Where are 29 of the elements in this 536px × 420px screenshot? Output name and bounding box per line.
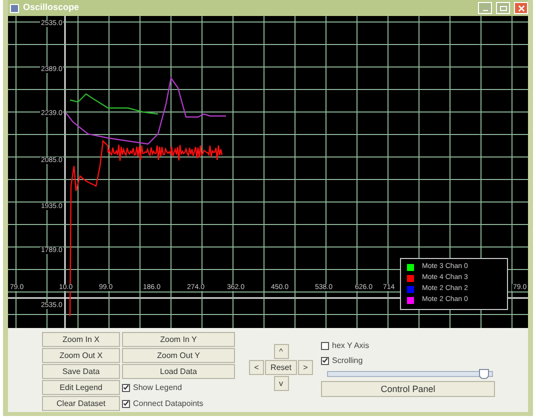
action-button[interactable]: Edit Legend bbox=[42, 380, 120, 395]
down-button[interactable]: v bbox=[274, 376, 288, 391]
action-button[interactable]: Clear Dataset bbox=[42, 396, 120, 411]
checkbox[interactable] bbox=[122, 384, 130, 392]
window-title: Oscilloscope bbox=[23, 1, 80, 14]
action-button[interactable]: Save Data bbox=[42, 364, 120, 379]
checkbox-label: Show Legend bbox=[133, 382, 182, 394]
up-button[interactable]: ^ bbox=[274, 344, 288, 359]
checkbox[interactable] bbox=[321, 356, 329, 364]
checkbox-label: hex Y Axis bbox=[332, 340, 370, 352]
control-panel-button[interactable]: Control Panel bbox=[321, 381, 495, 397]
minimize-button[interactable] bbox=[478, 2, 492, 14]
action-button[interactable]: Load Data bbox=[122, 364, 235, 379]
right-button[interactable]: > bbox=[298, 360, 313, 375]
action-button[interactable]: Zoom Out Y bbox=[122, 348, 235, 363]
left-button[interactable]: < bbox=[249, 360, 264, 375]
action-button[interactable]: Zoom Out X bbox=[42, 348, 120, 363]
close-icon bbox=[518, 4, 524, 12]
slider-thumb[interactable] bbox=[478, 369, 489, 379]
maximize-button[interactable] bbox=[496, 2, 510, 14]
checkbox[interactable] bbox=[321, 342, 329, 350]
action-button[interactable]: Zoom In Y bbox=[122, 332, 235, 347]
checkbox-label: Scrolling bbox=[332, 354, 363, 366]
reset-button[interactable]: Reset bbox=[265, 360, 297, 375]
checkbox-label: Connect Datapoints bbox=[133, 398, 204, 410]
checkbox[interactable] bbox=[122, 400, 130, 408]
action-button[interactable]: Zoom In X bbox=[42, 332, 120, 347]
close-button[interactable] bbox=[514, 2, 528, 14]
app-icon bbox=[10, 4, 19, 12]
